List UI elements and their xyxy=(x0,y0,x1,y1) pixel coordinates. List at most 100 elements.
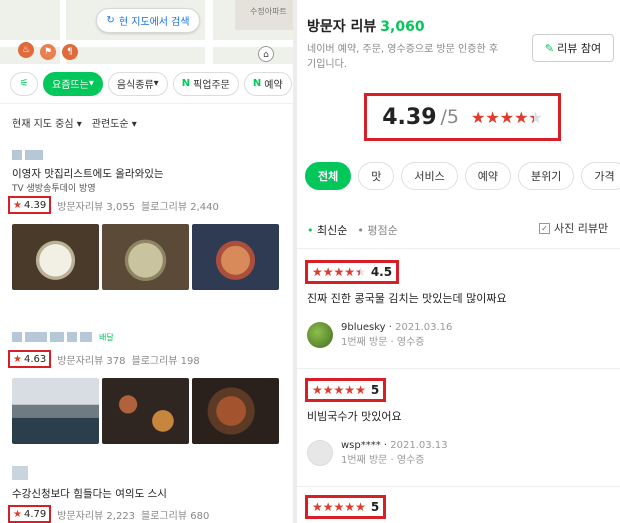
filter-reservation-chip[interactable]: N 예약 xyxy=(243,71,292,96)
filter-pickup-chip[interactable]: N 픽업주문 xyxy=(172,71,239,96)
star-fill: ★ xyxy=(528,108,534,127)
photo-only-toggle[interactable]: ✓ 사진 리뷰만 xyxy=(539,220,608,236)
review-date: 2021.03.13 xyxy=(390,440,448,451)
review-rating-highlight: ★ ★ ★ ★ ★ ★ ★ ★ ★ ★ 5 xyxy=(305,378,387,402)
proof-type: 영수증 xyxy=(396,337,425,348)
review-score: 5 xyxy=(370,500,380,514)
sort-relevance-dropdown[interactable]: 관련도순 ▾ xyxy=(92,115,137,130)
food-photo[interactable] xyxy=(192,378,279,444)
star-fill: ★ xyxy=(355,383,366,397)
rating-value: 4.63 xyxy=(23,353,47,365)
review-stars: ★★★★★★★★★★ xyxy=(312,500,366,514)
restaurant-title: 이영자 맛집리스트에도 올라와있는 xyxy=(12,168,164,180)
visitor-review-count: 방문자리뷰 378 xyxy=(57,355,126,367)
star-fill: ★ xyxy=(333,383,345,397)
blog-review-count: 블로그리뷰 198 xyxy=(131,355,200,367)
chevron-down-icon: ▾ xyxy=(131,118,137,130)
search-this-area-button[interactable]: ↻ 현 지도에서 검색 xyxy=(96,8,200,33)
food-photo[interactable] xyxy=(102,224,189,290)
review-category-tabs: 전체 맛 서비스 예약 분위기 가격 xyxy=(305,162,620,190)
username[interactable]: wsp**** xyxy=(341,440,381,451)
blurred-restaurant-name: 배달 xyxy=(12,332,293,342)
restaurant-title: 수강신청보다 힘들다는 여의도 스시 xyxy=(12,488,167,500)
food-photo[interactable] xyxy=(12,224,99,290)
avatar[interactable] xyxy=(307,440,333,466)
photo-strip xyxy=(12,224,293,290)
list-item[interactable]: 이영자 맛집리스트에도 올라와있는 TV 생방송투데이 방영 ★ 4.39 방문자… xyxy=(0,150,293,290)
filter-reservation-label: 예약 xyxy=(264,80,283,91)
star-icon: ★★ xyxy=(322,265,334,279)
review-item: ★ ★ ★ ★ ★ ★ ★ ★ ★ ★ 5 xyxy=(305,495,620,519)
tab-service[interactable]: 서비스 xyxy=(401,162,458,190)
filter-trending-chip[interactable]: 요즘뜨는 ▾ xyxy=(43,71,103,96)
star-fill: ★ xyxy=(322,500,334,514)
star-icon: ★★ xyxy=(344,265,356,279)
star-icon: ★★ xyxy=(333,383,345,397)
review-text: 비빔국수가 맛있어요 xyxy=(307,410,402,423)
star-icon: ★★ xyxy=(499,107,515,127)
divider xyxy=(297,248,620,249)
filter-food-type-label: 음식종류 xyxy=(116,80,154,91)
average-score-highlight: 4.39 /5 ★★★★★★★★★★ xyxy=(364,93,561,141)
filter-bar: ⚟ 요즘뜨는 ▾ 음식종류 ▾ N 픽업주문 N 예약 xyxy=(0,64,293,104)
proof-type: 영수증 xyxy=(396,455,425,466)
chevron-down-icon: ▾ xyxy=(88,78,94,89)
star-icon: ★★ xyxy=(355,265,366,279)
list-item[interactable]: 배달 ★ 4.63 방문자리뷰 378 블로그리뷰 198 xyxy=(0,332,293,444)
restaurant-meta: ★ 4.39 방문자리뷰 3,055 블로그리뷰 2,440 xyxy=(8,196,293,214)
tv-badge: TV 생방송투데이 방영 xyxy=(12,184,96,194)
rating-value: 4.79 xyxy=(23,508,47,520)
review-title: 방문자 리뷰 xyxy=(307,19,377,35)
username[interactable]: 9bluesky xyxy=(341,322,386,333)
review-panel: 방문자 리뷰 3,060 네이버 예약, 주문, 영수증으로 방문 인증한 후기입… xyxy=(297,0,620,523)
sort-area-label: 현재 지도 중심 xyxy=(12,118,74,130)
food-photo[interactable] xyxy=(192,224,279,290)
star-fill: ★ xyxy=(333,265,345,279)
filter-food-type-chip[interactable]: 음식종류 ▾ xyxy=(107,71,168,96)
tab-taste[interactable]: 맛 xyxy=(358,162,395,190)
review-stars: ★★★★★★★★★★ xyxy=(312,383,366,397)
sort-area-dropdown[interactable]: 현재 지도 중심 ▾ xyxy=(12,115,82,130)
user-info: 9bluesky · 2021.03.16 1번째 방문 · 영수증 xyxy=(341,322,453,348)
write-review-label: 리뷰 참여 xyxy=(557,42,602,55)
tab-all[interactable]: 전체 xyxy=(305,162,352,190)
rating-highlight: ★ 4.39 xyxy=(8,196,52,214)
screenshot-root: 수정아파트 ♨ ⚑ ¶ ⌂ ↻ 현 지도에서 검색 ⚟ 요즘뜨는 ▾ 음식종류 … xyxy=(0,0,620,523)
star-fill: ★ xyxy=(344,265,356,279)
write-review-button[interactable]: ✎ 리뷰 참여 xyxy=(532,34,614,62)
star-icon: ★★ xyxy=(333,500,345,514)
map-pin-icon[interactable]: ¶ xyxy=(62,44,78,60)
list-item[interactable]: 수강신청보다 힘들다는 여의도 스시 ★ 4.79 방문자리뷰 2,223 블로그… xyxy=(0,466,293,523)
tab-reservation[interactable]: 예약 xyxy=(464,162,511,190)
average-score: 4.39 xyxy=(382,104,437,130)
filter-settings-button[interactable]: ⚟ xyxy=(10,71,38,96)
tab-atmosphere[interactable]: 분위기 xyxy=(518,162,575,190)
star-fill: ★ xyxy=(514,107,529,127)
map-pin-icon[interactable]: ⚑ xyxy=(40,44,56,60)
map-area[interactable]: 수정아파트 ♨ ⚑ ¶ ⌂ ↻ 현 지도에서 검색 xyxy=(0,0,293,64)
star-fill: ★ xyxy=(355,500,366,514)
star-fill: ★ xyxy=(344,383,356,397)
review-date: 2021.03.16 xyxy=(395,322,453,333)
review-item: ★ ★ ★ ★ ★ ★ ★ ★ ★ ★ 5 비빔국수가 맛있어요 wsp**** · 2021.0… xyxy=(305,378,620,468)
star-icon: ★★ xyxy=(355,500,366,514)
review-item: ★★★★★★★★★★ 4.5 진짜 진한 콩국물 김치는 맛있는데 많이짜요 9… xyxy=(305,260,620,350)
sort-latest-label: 최신순 xyxy=(317,224,348,237)
sort-rating-option[interactable]: • 평점순 xyxy=(357,222,397,238)
blog-review-count: 블로그리뷰 680 xyxy=(141,510,210,522)
average-stars: ★★★★★★★★★★ xyxy=(471,108,543,127)
star-icon: ★★ xyxy=(312,500,323,514)
food-photo[interactable] xyxy=(12,378,99,444)
star-fill: ★ xyxy=(344,500,356,514)
avatar[interactable] xyxy=(307,322,333,348)
star-icon: ★ xyxy=(13,508,22,520)
map-pin-icon[interactable]: ⌂ xyxy=(258,46,274,62)
star-icon: ★★ xyxy=(485,107,500,127)
star-fill: ★ xyxy=(312,383,323,397)
sort-latest-option[interactable]: • 최신순 xyxy=(307,222,347,238)
food-photo[interactable] xyxy=(102,378,189,444)
tab-price[interactable]: 가격 xyxy=(581,162,620,190)
visit-count: 1번째 방문 xyxy=(341,455,388,466)
star-icon: ★★ xyxy=(333,265,345,279)
map-pin-icon[interactable]: ♨ xyxy=(18,42,34,58)
